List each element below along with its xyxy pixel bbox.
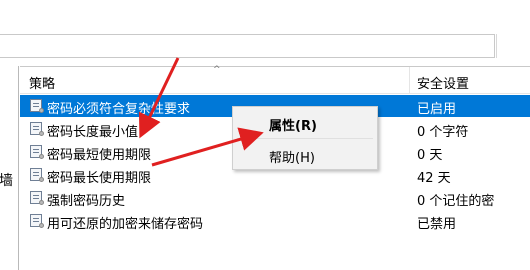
policy-value: 0 天	[417, 148, 443, 163]
address-bar-divider	[496, 34, 497, 58]
column-divider[interactable]	[409, 67, 410, 93]
policy-icon	[30, 168, 44, 182]
column-header-setting[interactable]: 安全设置	[417, 73, 469, 92]
column-header-policy[interactable]: 策略	[29, 73, 55, 92]
left-tree-pane[interactable]: 墙	[0, 66, 19, 270]
policy-name: 密码最短使用期限	[47, 148, 152, 163]
policy-icon	[30, 145, 44, 159]
left-pane-text: 墙	[0, 173, 13, 189]
list-header: ^ 策略 安全设置	[20, 65, 530, 94]
address-bar[interactable]	[0, 34, 495, 58]
policy-row[interactable]: 用可还原的加密来储存密码 已禁用	[20, 210, 530, 232]
sort-caret-icon: ^	[213, 65, 221, 75]
policy-row[interactable]: 强制密码历史 0 个记住的密	[20, 187, 530, 209]
policy-icon	[30, 122, 44, 136]
context-menu: 属性(R) 帮助(H)	[232, 106, 378, 170]
top-toolbar	[0, 0, 530, 32]
policy-value: 42 天	[417, 171, 451, 186]
policy-value: 已禁用	[417, 217, 457, 232]
menu-item-help[interactable]: 帮助(H)	[233, 143, 377, 166]
menu-divider	[237, 138, 373, 139]
policy-icon	[30, 191, 44, 205]
policy-name: 密码最长使用期限	[47, 171, 152, 186]
policy-name: 密码长度最小值	[47, 125, 139, 140]
menu-item-properties[interactable]: 属性(R)	[233, 111, 377, 134]
policy-name: 密码必须符合复杂性要求	[47, 102, 191, 117]
menu-item-properties-label: 属性(R)	[269, 119, 317, 134]
policy-name: 强制密码历史	[47, 194, 126, 209]
policy-name: 用可还原的加密来储存密码	[47, 217, 204, 232]
policy-value: 0 个记住的密	[417, 194, 495, 209]
policy-value: 0 个字符	[417, 125, 469, 140]
policy-icon	[30, 214, 44, 228]
policy-icon	[30, 99, 44, 113]
menu-item-help-label: 帮助(H)	[269, 151, 315, 166]
policy-value: 已启用	[417, 102, 457, 117]
